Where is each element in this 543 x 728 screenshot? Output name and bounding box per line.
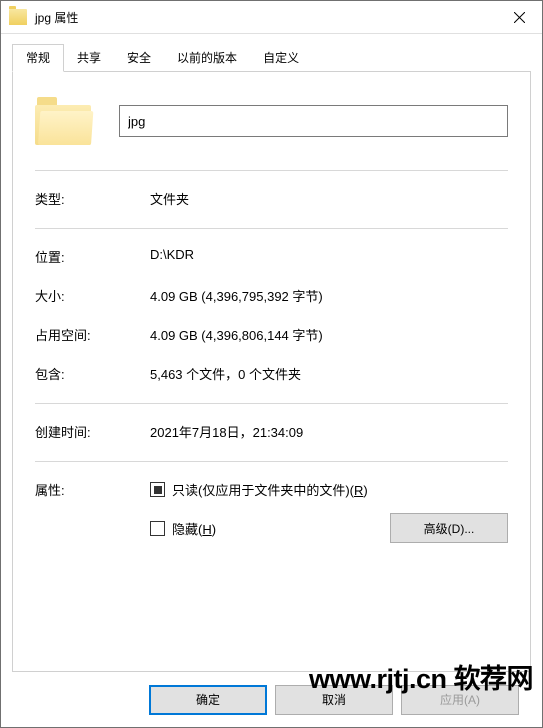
advanced-button[interactable]: 高级(D)... [390, 513, 508, 543]
hidden-row[interactable]: 隐藏(H) [150, 519, 216, 538]
size-label: 大小: [35, 286, 150, 305]
content: 常规 共享 安全 以前的版本 自定义 类型: 文件夹 位 [1, 34, 542, 727]
attributes-section: 属性: 只读(仅应用于文件夹中的文件)(R) 隐藏(H) 高级(D)... [35, 480, 508, 543]
created-value: 2021年7月18日，21:34:09 [150, 422, 508, 441]
tab-customize[interactable]: 自定义 [250, 44, 312, 71]
tab-previous-versions[interactable]: 以前的版本 [164, 44, 250, 71]
readonly-label: 只读(仅应用于文件夹中的文件)(R) [172, 480, 368, 499]
location-value: D:\KDR [150, 247, 508, 266]
readonly-row[interactable]: 只读(仅应用于文件夹中的文件)(R) [150, 480, 508, 499]
hidden-checkbox[interactable] [150, 521, 165, 536]
attr-label: 属性: [35, 480, 150, 543]
cancel-button[interactable]: 取消 [275, 685, 393, 715]
folder-icon [9, 9, 27, 25]
tab-sharing[interactable]: 共享 [64, 44, 114, 71]
divider [35, 170, 508, 171]
ok-button[interactable]: 确定 [149, 685, 267, 715]
divider [35, 403, 508, 404]
apply-button: 应用(A) [401, 685, 519, 715]
folder-large-icon [35, 97, 91, 145]
close-icon [514, 12, 525, 23]
tab-general[interactable]: 常规 [12, 44, 64, 72]
titlebar: jpg 属性 [1, 1, 542, 34]
row-contains: 包含: 5,463 个文件，0 个文件夹 [35, 364, 508, 383]
created-label: 创建时间: [35, 422, 150, 441]
contains-label: 包含: [35, 364, 150, 383]
contains-value: 5,463 个文件，0 个文件夹 [150, 364, 508, 383]
size-value: 4.09 GB (4,396,795,392 字节) [150, 286, 508, 305]
location-label: 位置: [35, 247, 150, 266]
disk-value: 4.09 GB (4,396,806,144 字节) [150, 325, 508, 344]
row-size: 大小: 4.09 GB (4,396,795,392 字节) [35, 286, 508, 305]
header-row [35, 97, 508, 145]
properties-dialog: jpg 属性 常规 共享 安全 以前的版本 自定义 [0, 0, 543, 728]
divider [35, 461, 508, 462]
type-label: 类型: [35, 189, 150, 208]
row-disk: 占用空间: 4.09 GB (4,396,806,144 字节) [35, 325, 508, 344]
disk-label: 占用空间: [35, 325, 150, 344]
name-input[interactable] [119, 105, 508, 137]
hidden-label: 隐藏(H) [172, 519, 216, 538]
row-created: 创建时间: 2021年7月18日，21:34:09 [35, 422, 508, 441]
tab-strip: 常规 共享 安全 以前的版本 自定义 [12, 44, 531, 71]
window-title: jpg 属性 [35, 9, 78, 26]
tab-security[interactable]: 安全 [114, 44, 164, 71]
row-type: 类型: 文件夹 [35, 189, 508, 208]
close-button[interactable] [496, 1, 542, 33]
readonly-checkbox[interactable] [150, 482, 165, 497]
divider [35, 228, 508, 229]
type-value: 文件夹 [150, 189, 508, 208]
general-panel: 类型: 文件夹 位置: D:\KDR 大小: 4.09 GB (4,396,79… [12, 71, 531, 672]
row-location: 位置: D:\KDR [35, 247, 508, 266]
dialog-footer: 确定 取消 应用(A) [12, 672, 531, 727]
